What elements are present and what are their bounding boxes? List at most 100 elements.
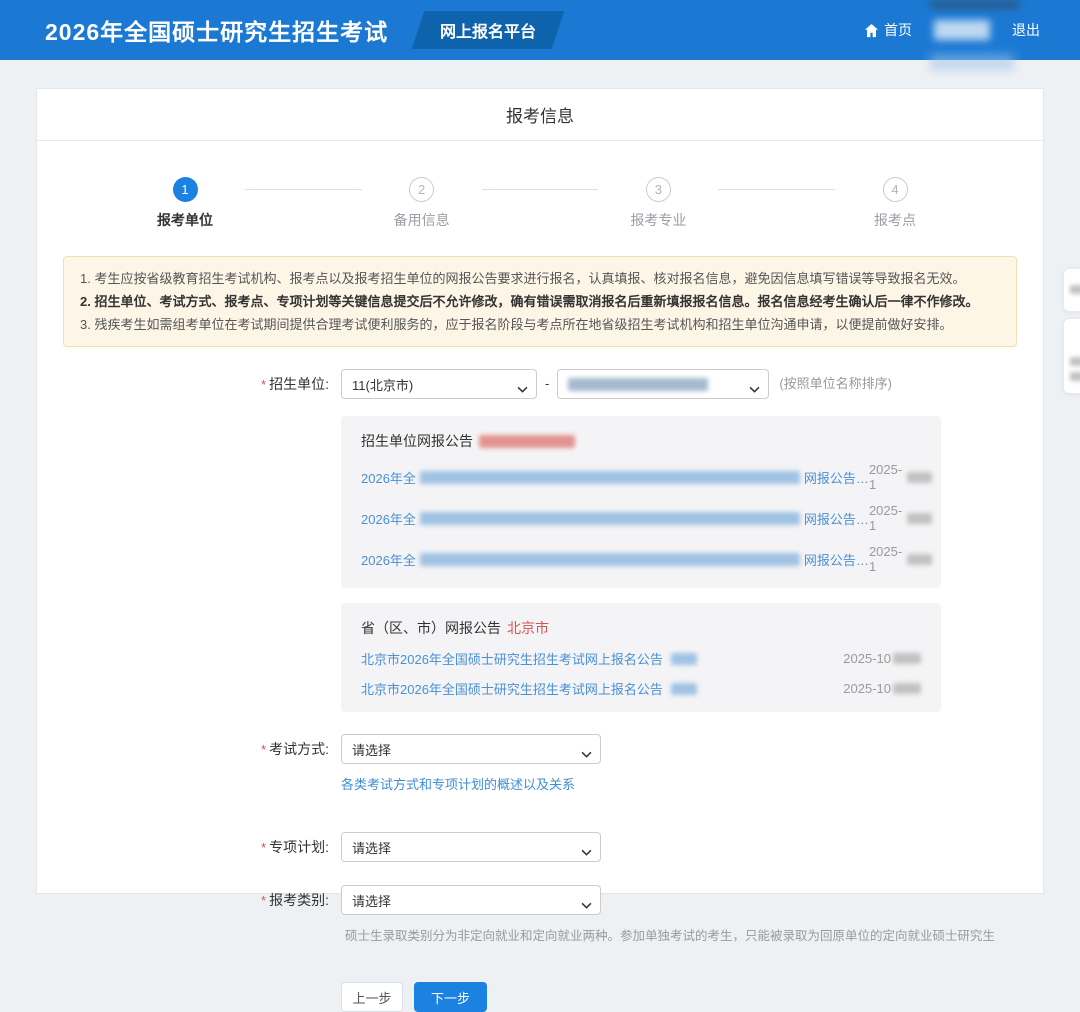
step-2-label: 备用信息 — [394, 210, 450, 230]
attachment-redacted — [671, 653, 697, 665]
notice-line-3: 3. 残疾考生如需组考单位在考试期间提供合理考试便利服务的，应于报名阶段与考点所… — [80, 313, 1000, 336]
prev-step-button[interactable]: 上一步 — [341, 982, 403, 1012]
step-1-circle: 1 — [173, 177, 198, 202]
province-notice-date: 2025-10 — [843, 651, 921, 666]
form-actions: 上一步 下一步 — [341, 982, 1043, 1012]
date-redacted — [907, 472, 932, 483]
province-notice-link[interactable]: 北京市2026年全国硕士研究生招生考试网上报名公告 — [361, 679, 697, 698]
row-recruit-unit: *招生单位: 11(北京市) - (按照单位名称排序) — [37, 369, 1043, 400]
province-name: 北京市 — [507, 618, 549, 638]
province-notice-row: 北京市2026年全国硕士研究生招生考试网上报名公告 2025-10 — [361, 649, 921, 668]
registration-form: *招生单位: 11(北京市) - (按照单位名称排序) 招生单位网报公告 — [37, 369, 1043, 1012]
registration-page: { "header": { "title": "2026年全国硕士研究生招生考试… — [0, 0, 1080, 894]
nav-logout-label: 退出 — [1012, 20, 1040, 40]
step-backup-info: 2 备用信息 — [362, 177, 482, 230]
province-notice-row: 北京市2026年全国硕士研究生招生考试网上报名公告 2025-10 — [361, 679, 921, 698]
step-4-label: 报考点 — [874, 210, 916, 230]
province-notice-date: 2025-10 — [843, 681, 921, 696]
widget-text-redacted — [1070, 372, 1080, 381]
category-hint: 硕士生录取类别分为非定向就业和定向就业两种。参加单独考试的考生，只能被录取为回原… — [345, 925, 1043, 944]
chevron-down-icon — [581, 844, 592, 851]
notice-text-redacted — [420, 471, 800, 484]
unit-select[interactable] — [557, 369, 769, 399]
attachment-redacted — [671, 683, 697, 695]
unit-notice-date: 2025-1 — [869, 503, 932, 533]
required-mark: * — [261, 893, 266, 908]
widget-icon-redacted — [1070, 285, 1080, 294]
date-redacted — [893, 653, 921, 664]
stepper: 1 报考单位 2 备用信息 3 报考专业 4 报考点 — [37, 141, 1043, 230]
step-connector — [718, 189, 835, 190]
unit-notice-date: 2025-1 — [869, 462, 932, 492]
row-category: *报考类别: 请选择 — [37, 885, 1043, 916]
nav-logout[interactable]: 退出 — [1012, 20, 1040, 40]
chevron-down-icon — [581, 746, 592, 753]
unit-select-value-redacted — [568, 378, 708, 391]
unit-notice-row: 2026年全 网报公告… 2025-1 — [361, 462, 921, 492]
step-3-label: 报考专业 — [630, 210, 686, 230]
step-1-label: 报考单位 — [157, 210, 213, 230]
required-mark: * — [261, 377, 266, 392]
unit-notice-link[interactable]: 2026年全 网报公告… — [361, 509, 869, 528]
date-redacted — [907, 554, 932, 565]
username-redacted — [934, 20, 990, 40]
province-notice-link[interactable]: 北京市2026年全国硕士研究生招生考试网上报名公告 — [361, 649, 697, 668]
home-icon — [864, 23, 879, 38]
header-nav: 首页 退出 — [864, 0, 1040, 60]
notice-text-redacted — [420, 512, 800, 525]
exam-method-help-row: 各类考试方式和专项计划的概述以及关系 — [341, 774, 1043, 794]
province-select[interactable]: 11(北京市) — [341, 369, 537, 399]
unit-notice-row: 2026年全 网报公告… 2025-1 — [361, 503, 921, 533]
special-plan-label: *专项计划: — [37, 832, 341, 863]
exam-method-select[interactable]: 请选择 — [341, 734, 601, 764]
floating-widget-bottom[interactable] — [1063, 318, 1080, 394]
step-exam-site: 4 报考点 — [835, 177, 955, 230]
unit-notices-title: 招生单位网报公告 — [361, 431, 921, 451]
province-select-value: 11(北京市) — [352, 375, 413, 394]
widget-text-redacted — [1070, 357, 1080, 366]
row-special-plan: *专项计划: 请选择 — [37, 832, 1043, 863]
recruit-unit-label: *招生单位: — [37, 369, 341, 400]
required-mark: * — [261, 840, 266, 855]
platform-badge-label: 网上报名平台 — [440, 18, 536, 42]
app-title: 2026年全国硕士研究生招生考试 — [45, 13, 388, 47]
special-plan-select[interactable]: 请选择 — [341, 832, 601, 862]
chevron-down-icon — [581, 897, 592, 904]
exam-method-label: *考试方式: — [37, 734, 341, 765]
exam-method-select-value: 请选择 — [352, 740, 391, 759]
next-step-button[interactable]: 下一步 — [414, 982, 487, 1012]
province-notices-title: 省（区、市）网报公告 北京市 — [361, 618, 921, 638]
step-connector — [482, 189, 599, 190]
unit-notice-date: 2025-1 — [869, 544, 932, 574]
unit-notices-panel: 招生单位网报公告 2026年全 网报公告… 2025-1 2026年全 — [341, 416, 941, 588]
notice-line-1: 1. 考生应按省级教育招生考试机构、报考点以及报考招生单位的网报公告要求进行报名… — [80, 267, 1000, 290]
floating-widget-top[interactable] — [1063, 268, 1080, 312]
exam-method-help-link[interactable]: 各类考试方式和专项计划的概述以及关系 — [341, 777, 575, 792]
required-mark: * — [261, 742, 266, 757]
unit-notice-link[interactable]: 2026年全 网报公告… — [361, 550, 869, 569]
special-plan-select-value: 请选择 — [352, 838, 391, 857]
notice-box: 1. 考生应按省级教育招生考试机构、报考点以及报考招生单位的网报公告要求进行报名… — [63, 256, 1017, 347]
unit-separator: - — [545, 369, 549, 399]
step-4-circle: 4 — [883, 177, 908, 202]
step-major: 3 报考专业 — [598, 177, 718, 230]
redaction-smudge-top — [930, 0, 1020, 9]
unit-name-redacted — [479, 435, 575, 448]
chevron-down-icon — [749, 381, 760, 388]
nav-home-label: 首页 — [884, 20, 912, 40]
unit-notice-row: 2026年全 网报公告… 2025-1 — [361, 544, 921, 574]
platform-badge: 网上报名平台 — [412, 11, 564, 49]
category-select-value: 请选择 — [352, 891, 391, 910]
row-exam-method: *考试方式: 请选择 — [37, 734, 1043, 765]
province-notices-panel: 省（区、市）网报公告 北京市 北京市2026年全国硕士研究生招生考试网上报名公告… — [341, 603, 941, 712]
nav-home[interactable]: 首页 — [864, 20, 912, 40]
step-3-circle: 3 — [646, 177, 671, 202]
step-report-unit: 1 报考单位 — [125, 177, 245, 230]
date-redacted — [893, 683, 921, 694]
date-redacted — [907, 513, 932, 524]
step-2-circle: 2 — [409, 177, 434, 202]
category-select[interactable]: 请选择 — [341, 885, 601, 915]
unit-notice-link[interactable]: 2026年全 网报公告… — [361, 468, 869, 487]
notice-text-redacted — [420, 553, 800, 566]
unit-sort-hint: (按照单位名称排序) — [779, 369, 892, 399]
